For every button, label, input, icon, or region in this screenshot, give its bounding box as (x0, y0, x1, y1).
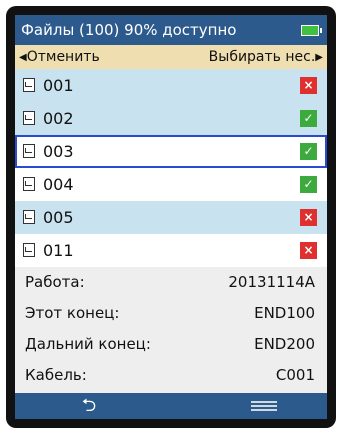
detail-value: END200 (254, 335, 315, 353)
back-arrow-icon[interactable]: ⮌ (75, 396, 103, 416)
file-name: 001 (43, 76, 74, 95)
detail-label: Кабель: (25, 366, 87, 384)
detail-label: Этот конец: (25, 304, 120, 322)
file-name: 011 (43, 241, 74, 260)
file-icon (23, 177, 35, 191)
screen: Файлы (100) 90% доступно ◀Отменить Выбир… (15, 15, 327, 419)
file-details-panel: Работа: 20131114A Этот конец: END100 Дал… (15, 267, 327, 393)
detail-row-this-end: Этот конец: END100 (15, 298, 327, 329)
pass-status-icon: ✓ (300, 143, 317, 160)
file-row-004[interactable]: 004 ✓ (15, 168, 327, 201)
file-name: 005 (43, 208, 74, 227)
file-name: 003 (43, 142, 74, 161)
battery-icon (301, 25, 322, 36)
device-frame: Файлы (100) 90% доступно ◀Отменить Выбир… (6, 6, 336, 428)
detail-row-far-end: Дальний конец: END200 (15, 329, 327, 360)
file-row-002[interactable]: 002 ✓ (15, 102, 327, 135)
detail-label: Работа: (25, 273, 85, 291)
file-row-001[interactable]: 001 × (15, 69, 327, 102)
left-triangle-icon: ◀ (19, 52, 27, 63)
files-title: Файлы (100) 90% доступно (21, 21, 237, 39)
cancel-button[interactable]: ◀Отменить (19, 45, 100, 70)
file-row-011[interactable]: 011 × (15, 234, 327, 267)
file-icon (23, 210, 35, 224)
detail-value: C001 (275, 366, 315, 384)
file-row-003[interactable]: 003 ✓ (15, 135, 327, 168)
file-row-005[interactable]: 005 × (15, 201, 327, 234)
file-list: 001 × 002 ✓ 003 ✓ 004 ✓ 005 × 011 × (15, 69, 327, 267)
file-icon (23, 111, 35, 125)
menu-icon[interactable] (251, 401, 277, 411)
select-multiple-button[interactable]: Выбирать нес.▶ (209, 45, 323, 70)
detail-value: END100 (254, 304, 315, 322)
action-bar: ◀Отменить Выбирать нес.▶ (15, 45, 327, 69)
file-name: 002 (43, 109, 74, 128)
fail-status-icon: × (300, 77, 317, 94)
select-multiple-label: Выбирать нес. (208, 49, 316, 65)
cancel-label: Отменить (26, 49, 100, 65)
pass-status-icon: ✓ (300, 110, 317, 127)
file-name: 004 (43, 175, 74, 194)
file-icon (23, 78, 35, 92)
title-bar: Файлы (100) 90% доступно (15, 15, 327, 45)
pass-status-icon: ✓ (300, 176, 317, 193)
file-icon (23, 243, 35, 257)
detail-value: 20131114A (228, 273, 315, 291)
fail-status-icon: × (300, 242, 317, 259)
right-triangle-icon: ▶ (315, 52, 323, 63)
bottom-bar: ⮌ (15, 393, 327, 419)
fail-status-icon: × (300, 209, 317, 226)
detail-label: Дальний конец: (25, 335, 151, 353)
detail-row-cable: Кабель: C001 (15, 360, 327, 391)
detail-row-job: Работа: 20131114A (15, 267, 327, 298)
file-icon (23, 144, 35, 158)
